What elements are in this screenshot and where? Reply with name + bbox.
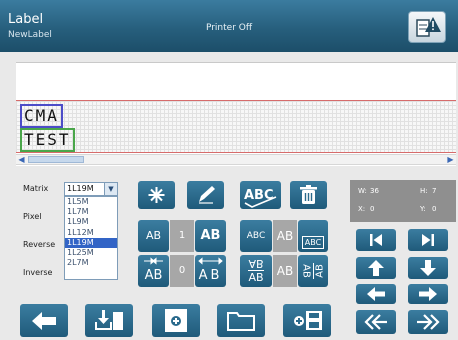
printer-warning-icon — [416, 17, 441, 37]
width-value: 36 — [370, 187, 379, 195]
matrix-label: Matrix — [23, 184, 49, 193]
matrix-select-value: 1L19M — [67, 184, 94, 193]
fast-back-button[interactable] — [356, 310, 396, 334]
height-value: 7 — [432, 187, 437, 195]
y-label: Y: — [420, 205, 426, 213]
spacing-increase-button[interactable]: AB — [195, 255, 226, 287]
scroll-thumb[interactable] — [28, 156, 84, 163]
chevron-down-icon[interactable]: ▼ — [104, 183, 117, 195]
height-label: H: — [420, 187, 428, 195]
style-preview: AB — [273, 220, 297, 252]
download-icon — [95, 310, 123, 330]
x-label: X: — [358, 205, 366, 213]
folder-icon — [227, 312, 255, 331]
svg-text:ABC: ABC — [244, 188, 274, 203]
inverse-label: Inverse — [23, 268, 53, 277]
matrix-options-list[interactable]: 1L5M 1L7M 1L9M 1L12M 1L19M 1L25M 2L7M — [64, 196, 118, 280]
spacing-decrease-button[interactable]: AB — [138, 255, 169, 287]
boxed-text-button[interactable]: ABC — [298, 220, 328, 252]
x-value: 0 — [370, 205, 375, 213]
move-up-button[interactable] — [356, 257, 396, 279]
save-button[interactable] — [283, 304, 331, 337]
matrix-option[interactable]: 1L5M — [65, 197, 117, 207]
back-button[interactable] — [20, 304, 68, 337]
print-download-button[interactable] — [85, 304, 133, 337]
spellcheck-button[interactable]: ABC — [240, 181, 281, 209]
spacing-decrease-label: AB — [144, 268, 163, 283]
font-size-increase-button[interactable]: AB — [195, 220, 226, 252]
move-left-button[interactable] — [356, 284, 396, 304]
title-bar: Label NewLabel Printer Off — [0, 0, 458, 52]
save-icon — [294, 311, 322, 330]
matrix-option[interactable]: 1L9M — [65, 217, 117, 227]
matrix-option-selected[interactable]: 1L19M — [65, 237, 117, 248]
width-label: W: — [358, 187, 367, 195]
font-size-value: 1 — [170, 220, 194, 252]
delete-icon — [300, 185, 317, 204]
label-print-area[interactable] — [16, 100, 456, 153]
dimension-info-panel: W: 36 H: 7 X: 0 Y: 0 — [350, 180, 456, 222]
add-field-icon — [165, 309, 187, 332]
spacing-value: 0 — [170, 255, 194, 287]
text-field-2[interactable]: TEST — [20, 128, 75, 152]
move-down-button[interactable] — [408, 257, 448, 279]
delete-button[interactable] — [290, 181, 327, 209]
flip-vertical-bottom-label: AB — [248, 271, 264, 284]
sparkle-icon — [148, 187, 165, 203]
printer-alert-button[interactable] — [408, 11, 446, 43]
flip-vertical-button[interactable]: AB AB — [240, 255, 272, 287]
arrow-left-icon — [367, 287, 385, 301]
scroll-left-icon[interactable]: ◀ — [16, 155, 27, 164]
y-value: 0 — [432, 205, 437, 213]
matrix-option[interactable]: 1L12M — [65, 228, 117, 238]
matrix-select[interactable]: 1L19M ▼ — [64, 182, 118, 196]
spacing-increase-label: AB — [198, 268, 223, 283]
arrow-up-icon — [368, 260, 384, 276]
horizontal-scrollbar[interactable]: ◀ ▶ — [16, 154, 456, 165]
edit-button[interactable] — [187, 181, 224, 209]
spacing-increase-arrows-icon — [198, 257, 223, 265]
move-right-button[interactable] — [408, 284, 448, 304]
reverse-label: Reverse — [23, 240, 56, 249]
app-window: Label NewLabel Printer Off CMA TEST ◀ ▶ … — [0, 0, 458, 340]
go-start-button[interactable] — [356, 229, 396, 251]
skip-end-icon — [422, 234, 434, 246]
arrow-right-icon — [419, 287, 437, 301]
arrow-down-icon — [420, 260, 436, 276]
open-folder-button[interactable] — [217, 304, 265, 337]
spellcheck-icon: ABC — [244, 188, 277, 208]
scroll-right-icon[interactable]: ▶ — [445, 155, 456, 164]
fast-back-icon — [364, 314, 387, 330]
font-size-decrease-button[interactable]: AB — [138, 220, 169, 252]
matrix-option[interactable]: 2L7M — [65, 258, 117, 268]
boxed-text-label: ABC — [301, 236, 325, 249]
skip-start-icon — [370, 234, 382, 246]
special-char-button[interactable] — [138, 181, 175, 209]
pixel-label: Pixel — [23, 212, 42, 221]
normal-text-button[interactable]: ABC — [240, 220, 272, 252]
spacing-decrease-arrows-icon — [144, 257, 163, 265]
text-field-1[interactable]: CMA — [20, 104, 63, 128]
go-end-button[interactable] — [408, 229, 448, 251]
matrix-option[interactable]: 1L7M — [65, 207, 117, 217]
add-field-button[interactable] — [152, 304, 200, 337]
back-icon — [32, 312, 56, 330]
fast-forward-icon — [417, 314, 440, 330]
printer-status: Printer Off — [205, 23, 253, 33]
rotate-right-label: AB — [314, 264, 326, 278]
fast-forward-button[interactable] — [408, 310, 448, 334]
flip-vertical-top-label: AB — [248, 257, 264, 270]
rotate-text-button[interactable]: AB AB — [298, 255, 328, 287]
pencil-icon — [199, 186, 215, 204]
matrix-option[interactable]: 1L25M — [65, 248, 117, 258]
